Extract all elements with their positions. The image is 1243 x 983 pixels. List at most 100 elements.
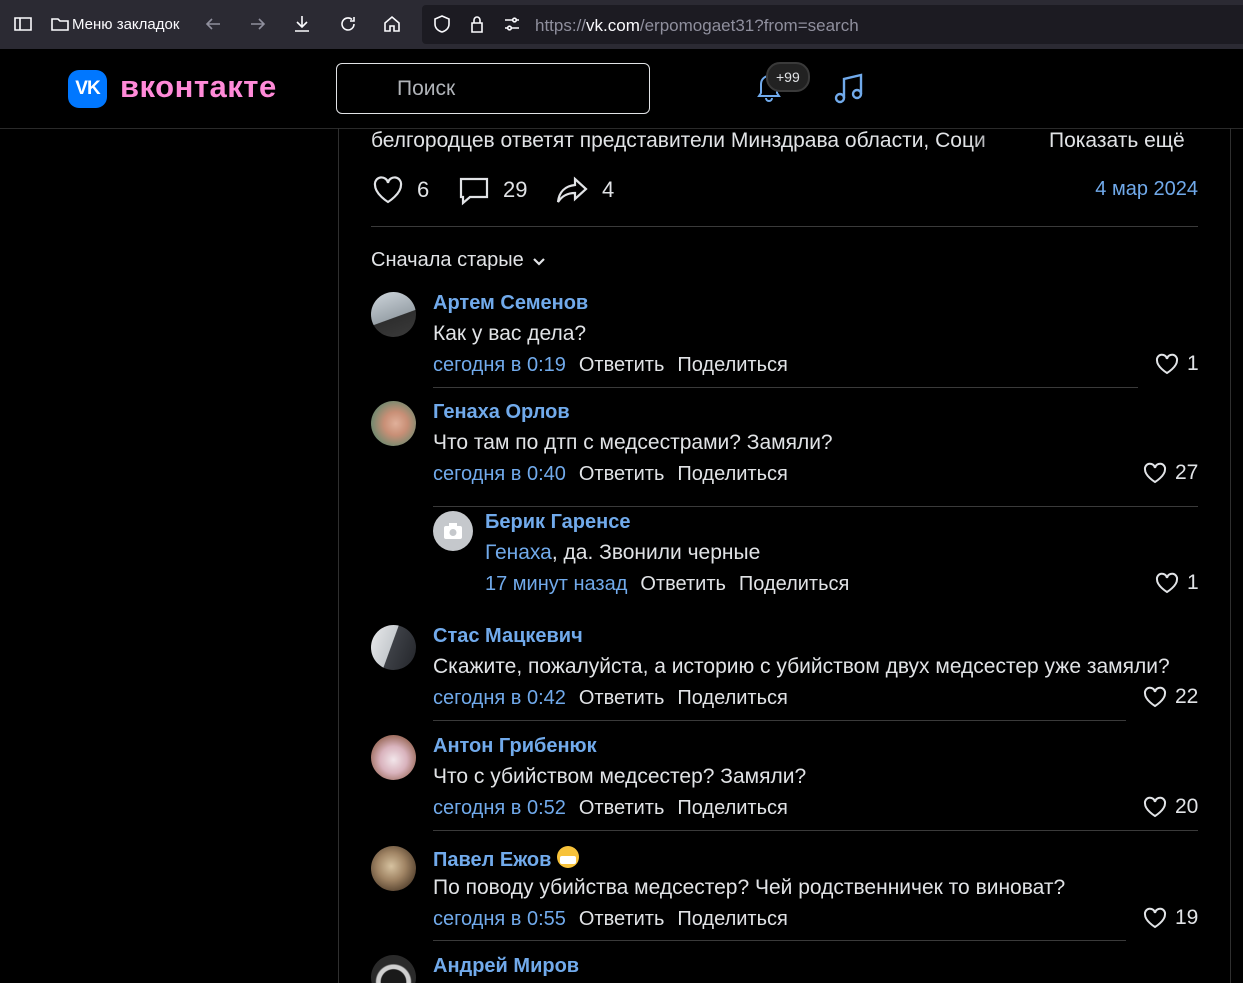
share-button[interactable]: Поделиться — [739, 573, 849, 596]
avatar[interactable] — [371, 292, 416, 337]
music-icon[interactable] — [831, 71, 867, 112]
vk-header: VK вконтакте +99 — [0, 49, 1243, 129]
vk-logo-icon[interactable]: VK — [68, 70, 107, 108]
comment-like-button[interactable]: 20 — [1143, 795, 1198, 819]
heart-icon — [1143, 462, 1167, 484]
reply-button[interactable]: Ответить — [579, 354, 665, 377]
avatar[interactable] — [371, 735, 416, 780]
bookmarks-menu-label[interactable]: Меню закладок — [72, 16, 179, 33]
post-like-count: 6 — [417, 177, 430, 202]
share-button[interactable]: Поделиться — [677, 908, 787, 931]
lock-icon[interactable] — [465, 12, 489, 36]
comment-date[interactable]: сегодня в 0:40 — [433, 463, 566, 486]
camera-icon — [444, 523, 462, 539]
address-bar[interactable]: https://vk.com/erpomogaet31?from=search — [422, 5, 1243, 44]
comment-text: , да. Звонили черные — [551, 541, 761, 564]
comment-like-count: 20 — [1175, 795, 1199, 818]
divider — [433, 720, 1126, 721]
comment-item: Антон Грибенюк Что с убийством медсестер… — [371, 735, 1198, 831]
content-border-left — [338, 128, 339, 983]
heart-icon — [1155, 353, 1179, 375]
comment-like-count: 22 — [1175, 685, 1199, 708]
share-button[interactable]: Поделиться — [677, 354, 787, 377]
comment-like-count: 19 — [1175, 906, 1199, 929]
forward-arrow-icon[interactable] — [246, 12, 270, 36]
share-button[interactable]: Поделиться — [677, 463, 787, 486]
sidebar-toggle-icon[interactable] — [11, 12, 35, 36]
permissions-icon[interactable] — [500, 12, 524, 36]
vk-wordmark[interactable]: вконтакте — [120, 69, 277, 105]
bookmarks-folder-icon[interactable] — [48, 12, 72, 36]
comment-bubble-icon — [459, 177, 489, 206]
comment-item: Артем Семенов Как у вас дела? сегодня в … — [371, 292, 1199, 388]
comment-like-button[interactable]: 27 — [1143, 461, 1198, 485]
comment-author[interactable]: Берик Гаренсе — [485, 511, 630, 534]
search-input[interactable] — [395, 76, 639, 102]
share-button[interactable]: Поделиться — [677, 687, 787, 710]
comment-author[interactable]: Стас Мацкевич — [433, 625, 583, 648]
comment-author[interactable]: Антон Грибенюк — [433, 735, 597, 758]
reply-to-link[interactable]: Генаха — [485, 541, 552, 564]
reply-button[interactable]: Ответить — [579, 687, 665, 710]
comment-like-count: 1 — [1187, 352, 1199, 375]
avatar[interactable] — [371, 625, 416, 670]
comment-item: Генаха Орлов Что там по дтп с медсестрам… — [371, 401, 1198, 507]
show-more-link[interactable]: Показать ещё — [1049, 129, 1185, 153]
shield-icon[interactable] — [430, 12, 454, 36]
comment-text: По поводу убийства медсестер? Чей родств… — [433, 876, 1066, 899]
avatar[interactable] — [371, 846, 416, 891]
comment-text: Как у вас дела? — [433, 322, 587, 345]
content-border-right — [1230, 128, 1231, 983]
comment-text: Что с убийством медсестер? Замяли? — [433, 765, 807, 788]
avatar[interactable] — [371, 401, 416, 446]
reply-button[interactable]: Ответить — [579, 463, 665, 486]
comment-item: Стас Мацкевич Скажите, пожалуйста, а ист… — [371, 625, 1198, 721]
divider — [433, 940, 1126, 941]
post-like-button[interactable]: 6 — [371, 173, 429, 207]
post-share-button[interactable]: 4 — [554, 173, 614, 207]
comment-like-button[interactable]: 22 — [1143, 685, 1198, 709]
reply-button[interactable]: Ответить — [579, 908, 665, 931]
download-icon[interactable] — [290, 12, 314, 36]
post-comment-count: 29 — [503, 177, 528, 202]
comment-like-button[interactable]: 1 — [1155, 352, 1199, 376]
comment-date[interactable]: 17 минут назад — [485, 573, 627, 596]
comment-sort-dropdown[interactable]: Сначала старые — [371, 249, 546, 272]
comment-like-button[interactable]: 19 — [1143, 906, 1198, 930]
reply-button[interactable]: Ответить — [579, 797, 665, 820]
reply-button[interactable]: Ответить — [640, 573, 726, 596]
post-share-count: 4 — [602, 177, 615, 202]
avatar-placeholder[interactable] — [433, 511, 473, 551]
comment-item: Андрей Миров — [371, 955, 1198, 983]
url-prefix: https:// — [535, 16, 587, 35]
avatar[interactable] — [371, 955, 416, 983]
post-date[interactable]: 4 мар 2024 — [1095, 178, 1198, 201]
comment-date[interactable]: сегодня в 0:55 — [433, 908, 566, 931]
browser-toolbar: Меню закладок https://vk.com/erpomogaet3… — [0, 0, 1243, 49]
divider — [371, 226, 1198, 227]
comment-author[interactable]: Андрей Миров — [433, 955, 579, 978]
chevron-down-icon — [532, 257, 545, 266]
url-text[interactable]: https://vk.com/erpomogaet31?from=search — [535, 16, 859, 36]
home-icon[interactable] — [380, 12, 404, 36]
share-button[interactable]: Поделиться — [677, 797, 787, 820]
back-arrow-icon[interactable] — [201, 12, 225, 36]
comment-author[interactable]: Генаха Орлов — [433, 401, 570, 424]
search-box[interactable] — [336, 63, 650, 114]
post-text: белгородцев ответят представители Минздр… — [371, 129, 986, 152]
comment-author-name: Павел Ежов — [433, 849, 552, 871]
comment-like-count: 27 — [1175, 461, 1199, 484]
post-comment-button[interactable]: 29 — [457, 173, 527, 207]
comment-author[interactable]: Артем Семенов — [433, 292, 588, 315]
reload-icon[interactable] — [336, 12, 360, 36]
notifications-badge[interactable]: +99 — [766, 62, 810, 92]
comment-text: Скажите, пожалуйста, а историю с убийств… — [433, 655, 1170, 678]
comment-date[interactable]: сегодня в 0:52 — [433, 797, 566, 820]
share-arrow-icon — [556, 176, 588, 203]
comment-date[interactable]: сегодня в 0:42 — [433, 687, 566, 710]
divider — [433, 506, 1198, 507]
comment-like-button[interactable]: 1 — [1155, 571, 1199, 595]
comment-author[interactable]: Павел Ежов — [433, 846, 580, 872]
comment-date[interactable]: сегодня в 0:19 — [433, 354, 566, 377]
heart-icon — [1143, 686, 1167, 708]
